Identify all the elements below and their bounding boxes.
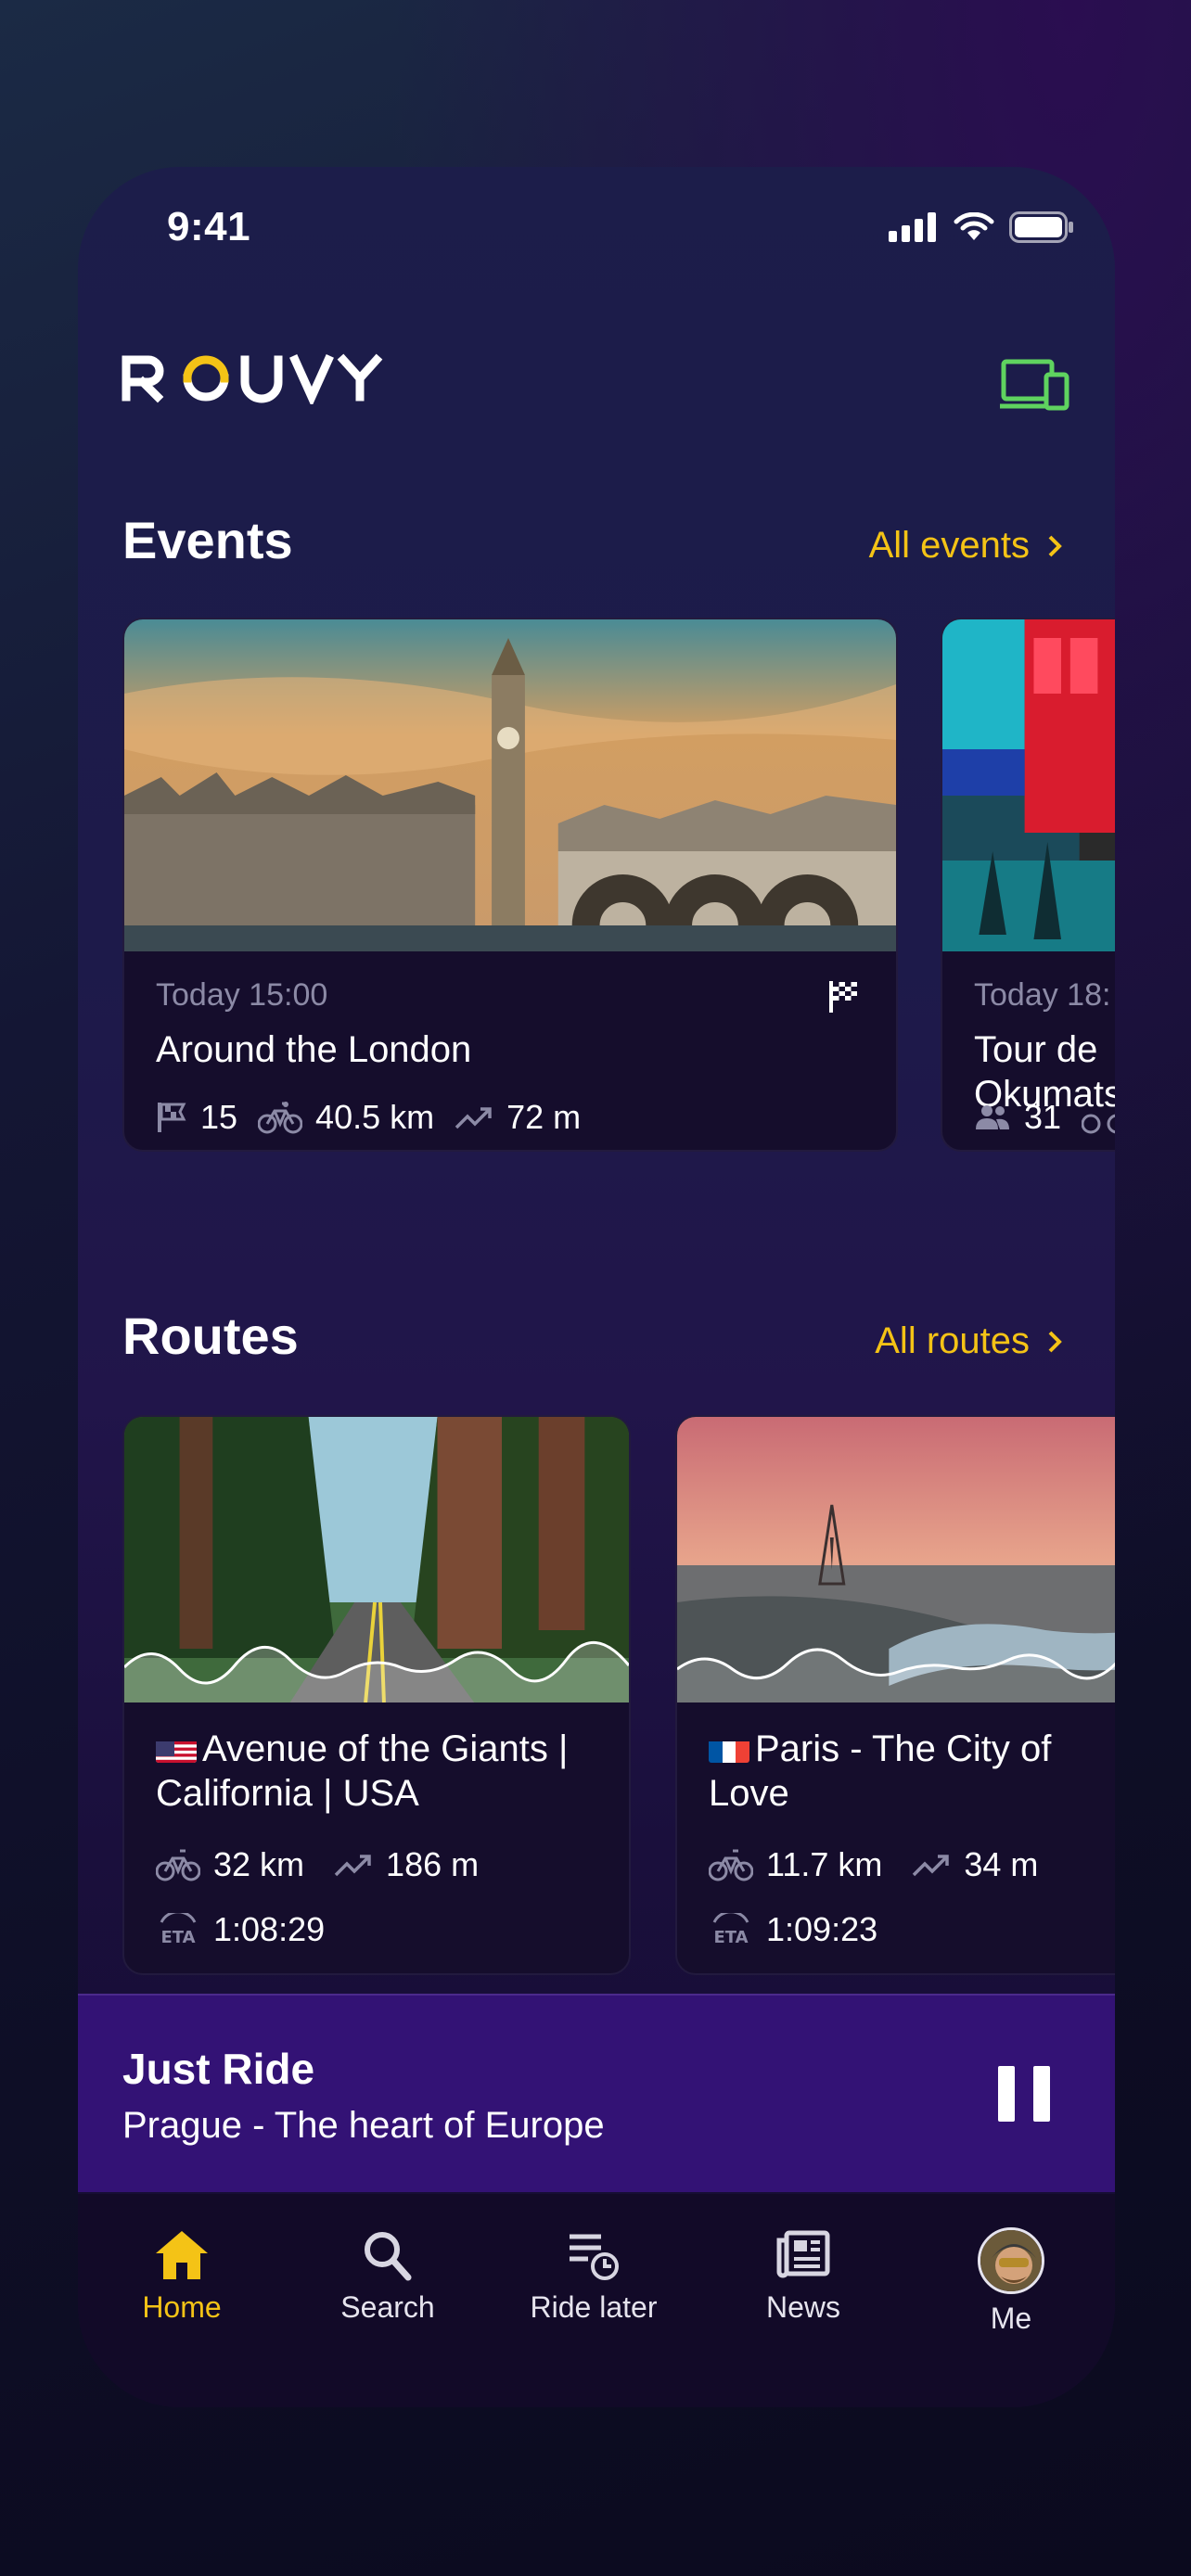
flag-icon (158, 1103, 186, 1132)
rouvy-logo (122, 353, 383, 404)
pause-icon (1033, 2066, 1050, 2122)
battery-icon (1009, 211, 1073, 243)
bicycle-icon (1082, 1114, 1115, 1134)
event-image-london (124, 619, 896, 951)
checkered-flag-icon (829, 981, 857, 1013)
eta-value: 1:09:23 (766, 1910, 878, 1948)
participants-stat: 15 (156, 1098, 237, 1137)
event-title: Around the London (156, 1029, 472, 1070)
tab-label: Search (340, 2290, 435, 2324)
route-card[interactable]: Avenue of the Giants | California | USA … (122, 1415, 631, 1975)
all-events-label: All events (868, 525, 1030, 566)
tab-search[interactable]: Search (295, 2227, 480, 2325)
eta-value: 1:08:29 (213, 1910, 326, 1948)
event-image-tokyo (942, 619, 1115, 951)
pause-button[interactable] (998, 2066, 1050, 2122)
participants-value: 31 (1024, 1098, 1062, 1136)
trending-up-icon (334, 1855, 371, 1877)
participants-value: 15 (200, 1098, 238, 1136)
tab-label: Ride later (530, 2290, 658, 2324)
route-title-text: Avenue of the Giants | California | USA (156, 1728, 569, 1814)
eta-stat: ETA 1:08:29 (156, 1910, 325, 1949)
svg-text:ETA: ETA (713, 1928, 748, 1946)
distance-stat: 40.5 km (258, 1098, 434, 1137)
distance-value: 32 km (213, 1845, 305, 1883)
tab-label: News (765, 2290, 840, 2324)
just-ride-subtitle: Prague - The heart of Europe (122, 2105, 605, 2146)
status-bar: 9:41 (78, 167, 1115, 287)
all-routes-label: All routes (875, 1320, 1030, 1361)
just-ride-player[interactable]: Just Ride Prague - The heart of Europe (78, 1994, 1115, 2192)
fr-flag-icon (709, 1735, 749, 1763)
all-routes-link[interactable]: All routes (875, 1320, 1063, 1362)
eta-stat: ETA 1:09:23 (709, 1910, 877, 1949)
event-title-line: Tour de (974, 1029, 1098, 1070)
events-section-title: Events (122, 511, 293, 569)
elevation-value: 72 m (506, 1098, 582, 1136)
bicycle-icon (156, 1849, 200, 1881)
ride-later-icon (570, 2234, 619, 2280)
bicycle-icon (709, 1849, 753, 1881)
all-events-link[interactable]: All events (869, 525, 1063, 567)
event-time: Today 18: (974, 977, 1111, 1013)
event-card[interactable]: Today 18: Tour de Okumats 31 (941, 618, 1115, 1152)
distance-value: 11.7 km (766, 1845, 883, 1883)
pause-icon (998, 2066, 1015, 2122)
participants-stat: 31 (974, 1098, 1061, 1137)
signal-icon (889, 212, 936, 242)
status-time: 9:41 (167, 204, 251, 249)
chevron-right-icon (1048, 1331, 1062, 1352)
bicycle-icon (258, 1102, 303, 1134)
distance-stat: 11.7 km (709, 1845, 882, 1884)
news-icon (776, 2230, 830, 2278)
app-header (121, 352, 1072, 445)
wifi-icon (954, 212, 994, 240)
route-image-paris (677, 1417, 1115, 1702)
elevation-value: 34 m (964, 1845, 1039, 1883)
search-icon (365, 2232, 412, 2281)
tab-ride-later[interactable]: Ride later (501, 2227, 686, 2325)
elevation-stat: 34 m (912, 1845, 1038, 1884)
tab-home[interactable]: Home (89, 2227, 275, 2325)
route-stats: 11.7 km 34 m (709, 1845, 1038, 1884)
just-ride-title: Just Ride (122, 2045, 315, 2093)
tab-label: Me (990, 2302, 1032, 2335)
tab-label: Home (142, 2290, 222, 2324)
distance-stat: 32 km (156, 1845, 304, 1884)
event-stats: 31 (974, 1098, 1115, 1137)
chevron-right-icon (1048, 535, 1062, 556)
route-stats: 32 km 186 m (156, 1845, 479, 1884)
eta-icon: ETA (712, 1913, 749, 1946)
route-title: Paris - The City of Love (709, 1727, 1098, 1816)
route-card[interactable]: Paris - The City of Love 11.7 km 34 m ET… (675, 1415, 1115, 1975)
trending-up-icon (455, 1107, 492, 1129)
phone-screen: 9:41 Events All events Today 15:00 Aroun… (78, 167, 1115, 2407)
route-title-text: Paris - The City of Love (709, 1728, 1052, 1814)
avatar (978, 2227, 1044, 2294)
devices-icon[interactable] (998, 358, 1072, 414)
tab-news[interactable]: News (711, 2227, 896, 2325)
tab-bar: Home Search Ride later News Me (78, 2194, 1115, 2407)
trending-up-icon (913, 1855, 950, 1877)
tab-me[interactable]: Me (918, 2227, 1104, 2336)
distance-value: 40.5 km (315, 1098, 435, 1136)
elevation-stat: 186 m (334, 1845, 479, 1884)
group-icon (976, 1105, 1009, 1129)
svg-text:ETA: ETA (160, 1928, 195, 1946)
event-time: Today 15:00 (156, 977, 328, 1013)
us-flag-icon (156, 1735, 197, 1763)
event-stats: 15 40.5 km 72 m (156, 1098, 581, 1137)
eta-icon: ETA (160, 1913, 197, 1946)
elevation-stat: 72 m (455, 1098, 581, 1137)
route-title: Avenue of the Giants | California | USA (156, 1727, 592, 1816)
home-icon (156, 2231, 208, 2279)
routes-section-title: Routes (122, 1307, 299, 1365)
elevation-value: 186 m (386, 1845, 480, 1883)
system-icons (889, 211, 1074, 243)
event-card[interactable]: Today 15:00 Around the London 15 40.5 km… (122, 618, 898, 1152)
route-image-giants (124, 1417, 629, 1702)
